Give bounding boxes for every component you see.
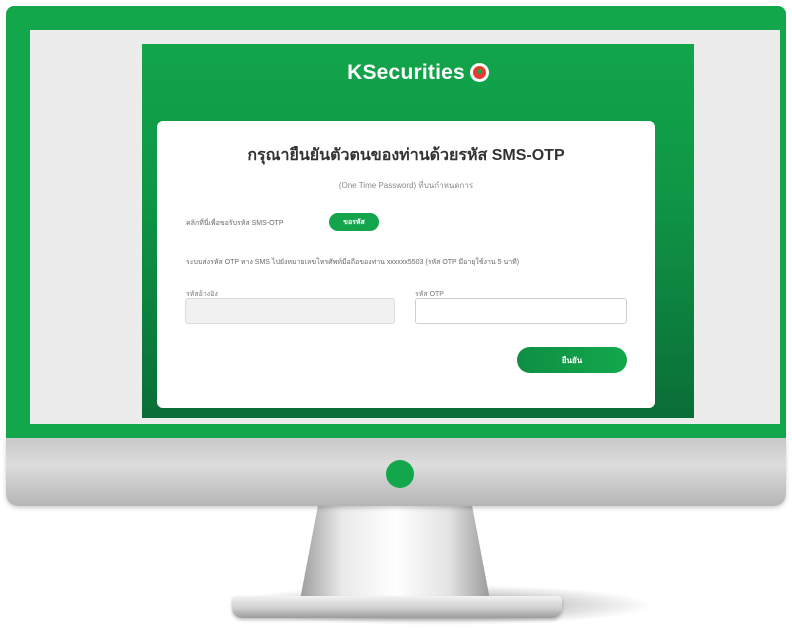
- page-title: กรุณายืนยันตัวตนของท่านด้วยรหัส SMS-OTP: [247, 147, 565, 164]
- request-otp-label: คลิกที่นี่เพื่อขอรับรหัส SMS-OTP: [186, 220, 284, 227]
- brand-header: KSecurities: [142, 61, 694, 85]
- confirm-button[interactable]: ยืนยัน: [517, 347, 627, 373]
- otp-page: KSecurities กรุณายืนยันตัวตนของท่านด้วยร…: [142, 44, 694, 418]
- reference-code-field: [185, 298, 395, 324]
- brand-name: KSecurities: [347, 61, 465, 84]
- monitor-stand-neck: [300, 500, 490, 600]
- monitor-stand-base: [232, 596, 562, 618]
- otp-card: กรุณายืนยันตัวตนของท่านด้วยรหัส SMS-OTP …: [157, 121, 655, 408]
- monitor-screen: KSecurities กรุณายืนยันตัวตนของท่านด้วยร…: [30, 30, 780, 424]
- kasikorn-leaf-logo-icon: [469, 63, 489, 82]
- otp-code-input[interactable]: [415, 298, 627, 324]
- request-otp-button[interactable]: ขอรหัส: [329, 213, 379, 231]
- otp-instruction-text: ระบบส่งรหัส OTP ทาง SMS ไปยังหมายเลขโทรศ…: [186, 259, 520, 266]
- page-subtitle: (One Time Password) ที่บนกำหนดการ: [338, 181, 474, 190]
- monitor-frame: KSecurities กรุณายืนยันตัวตนของท่านด้วยร…: [6, 6, 786, 438]
- power-indicator-icon: [386, 460, 414, 488]
